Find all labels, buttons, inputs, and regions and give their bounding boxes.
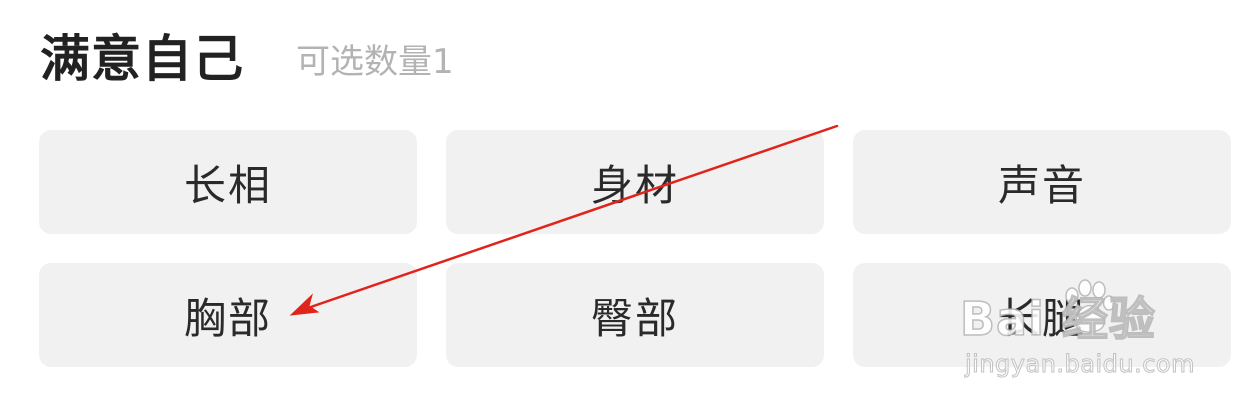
option-figure[interactable]: 身材 (446, 130, 824, 234)
option-appearance[interactable]: 长相 (39, 130, 417, 234)
option-hips[interactable]: 臀部 (446, 263, 824, 367)
section-title: 满意自己 (40, 30, 244, 88)
watermark-url: jingyan.baidu.com (965, 350, 1195, 378)
section-header: 满意自己 可选数量1 (40, 24, 454, 94)
option-voice[interactable]: 声音 (853, 130, 1231, 234)
watermark-logo-text: Bai 经验 (959, 292, 1156, 346)
selection-limit-hint: 可选数量1 (296, 42, 454, 82)
option-chest[interactable]: 胸部 (39, 263, 417, 367)
